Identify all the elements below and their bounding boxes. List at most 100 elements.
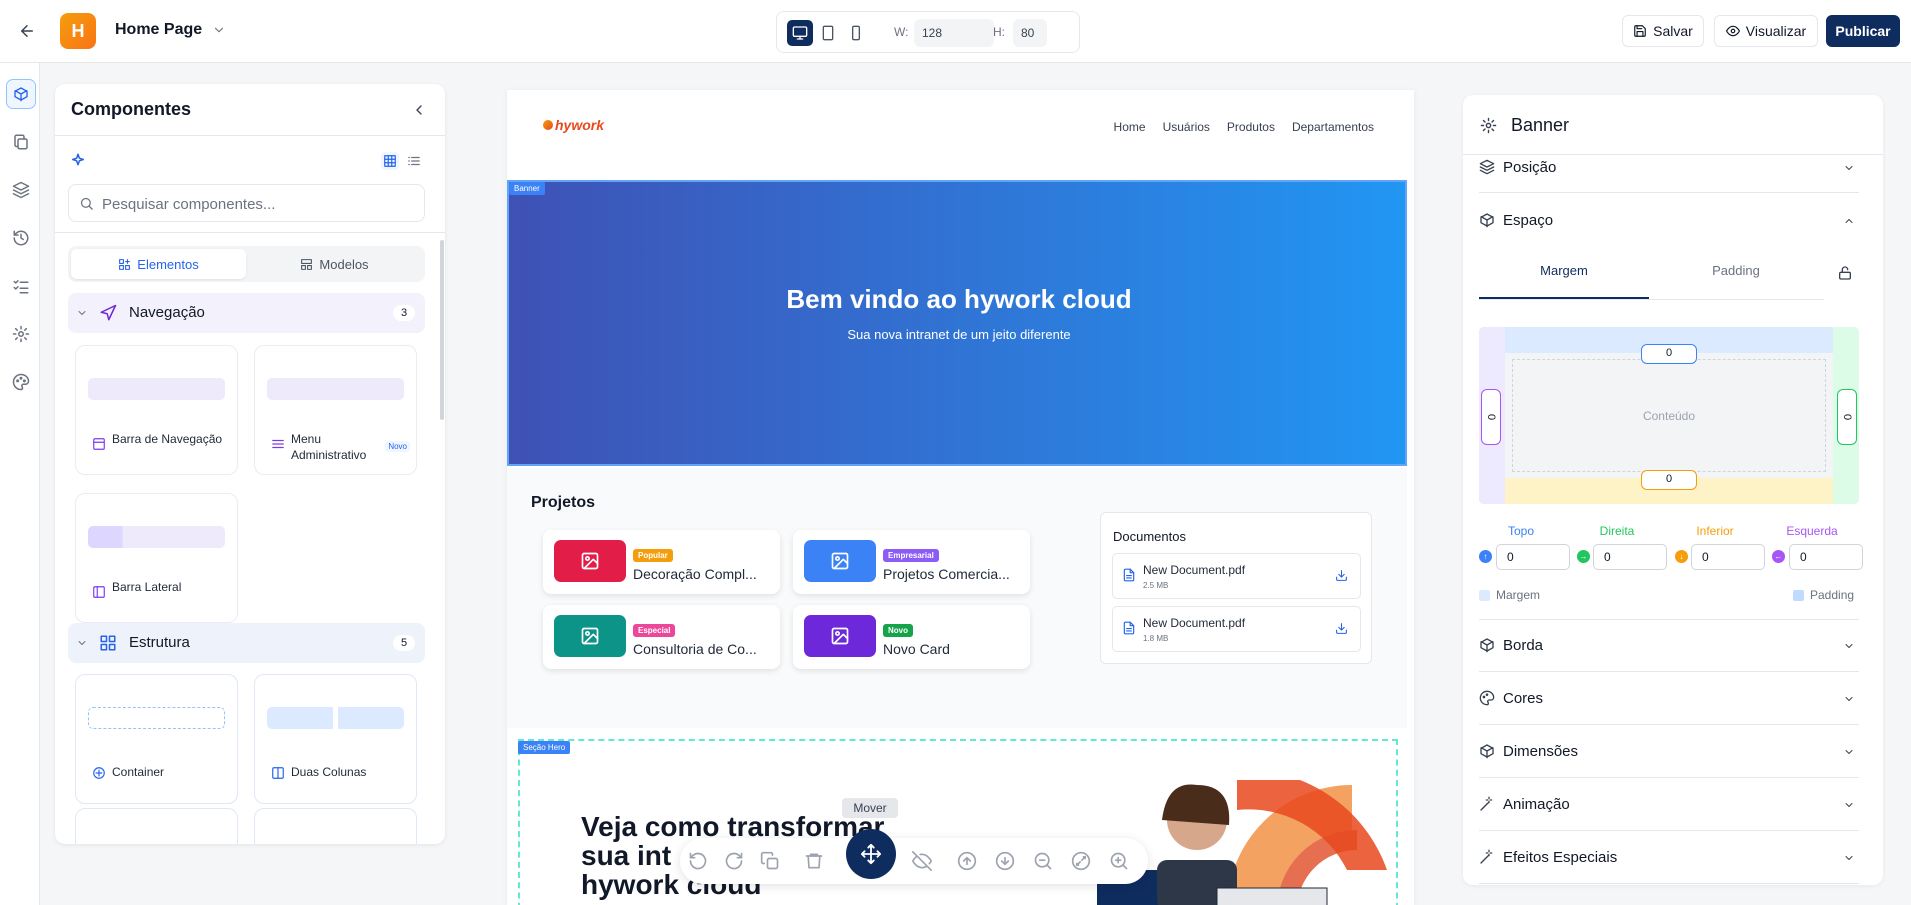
properties-title: Banner — [1511, 115, 1570, 135]
sparkle-icon[interactable] — [69, 152, 87, 170]
component-card-two-columns[interactable]: Duas Colunas — [254, 674, 417, 804]
nav-departments[interactable]: Departamentos — [1292, 120, 1374, 134]
menu-icon — [271, 437, 285, 451]
back-arrow-icon[interactable] — [18, 22, 36, 40]
section-borda[interactable]: Borda — [1479, 620, 1859, 672]
project-card[interactable]: Novo Novo Card — [793, 605, 1030, 669]
zoom-out-icon[interactable] — [1033, 851, 1053, 871]
nav-products[interactable]: Produtos — [1227, 120, 1275, 134]
page-selector[interactable]: Home Page — [115, 21, 226, 39]
section-posicao[interactable]: Posição — [1479, 149, 1859, 193]
category-estrutura[interactable]: Estrutura 5 — [68, 623, 425, 663]
zoom-in-icon[interactable] — [1109, 851, 1129, 871]
eye-off-icon[interactable] — [912, 851, 932, 871]
panel-scrollbar[interactable] — [440, 240, 444, 420]
banner-section[interactable]: Banner Bem vindo ao hywork cloud Sua nov… — [507, 180, 1407, 466]
hero-illustration — [1097, 780, 1387, 905]
component-card-partial[interactable] — [75, 808, 238, 844]
save-button[interactable]: Salvar — [1622, 15, 1704, 47]
project-card[interactable]: Especial Consultoria de Co... — [543, 605, 780, 669]
component-card-container[interactable]: Container — [75, 674, 238, 804]
redo-icon[interactable] — [724, 851, 744, 871]
expand-icon[interactable] — [1071, 851, 1091, 871]
lock-icon[interactable] — [1837, 265, 1853, 281]
copy-icon[interactable] — [760, 851, 780, 871]
gear-icon[interactable] — [6, 319, 36, 349]
component-card-partial[interactable] — [254, 808, 417, 844]
direita-input[interactable]: 0 — [1593, 544, 1667, 570]
component-card-sidebar[interactable]: Barra Lateral — [75, 493, 238, 623]
legend-swatch — [1479, 589, 1490, 601]
tab-margin[interactable]: Margem — [1479, 259, 1649, 299]
list-view-icon[interactable] — [405, 152, 423, 170]
checklist-icon[interactable] — [6, 271, 36, 301]
palette-icon[interactable] — [6, 367, 36, 397]
collapse-chevron-icon[interactable] — [411, 102, 427, 118]
arrow-down-icon[interactable] — [995, 851, 1015, 871]
properties-header: Banner — [1463, 95, 1883, 155]
download-icon[interactable] — [1335, 622, 1348, 635]
search-input[interactable] — [102, 193, 412, 215]
pages-icon[interactable] — [6, 127, 36, 157]
component-card-admin-menu[interactable]: Menu Administrativo Novo — [254, 345, 417, 475]
chevron-down-icon — [1843, 640, 1855, 652]
trash-icon[interactable] — [804, 851, 824, 871]
arrow-down-icon: ↓ — [1675, 550, 1688, 563]
project-name: Novo Card — [883, 641, 950, 657]
section-dimensoes[interactable]: Dimensões — [1479, 726, 1859, 778]
download-icon[interactable] — [1335, 569, 1348, 582]
mobile-icon[interactable] — [843, 20, 869, 46]
category-navegacao[interactable]: Navegação 3 — [68, 293, 425, 333]
legend-margin-label: Margem — [1496, 588, 1541, 602]
arrow-up-icon[interactable] — [957, 851, 977, 871]
wand-icon — [1479, 796, 1495, 812]
logo-mark — [543, 120, 553, 130]
grid-view-icon[interactable] — [381, 152, 399, 170]
document-item[interactable]: New Document.pdf 2.5 MB — [1112, 553, 1361, 599]
section-cores[interactable]: Cores — [1479, 673, 1859, 725]
publish-button[interactable]: Publicar — [1826, 15, 1900, 47]
section-espaco[interactable]: Espaço — [1479, 195, 1859, 247]
project-card[interactable]: Empresarial Projetos Comercia... — [793, 530, 1030, 594]
topo-input[interactable]: 0 — [1496, 544, 1570, 570]
component-card-navbar[interactable]: Barra de Navegação — [75, 345, 238, 475]
image-icon — [830, 551, 850, 571]
section-animacao[interactable]: Animação — [1479, 779, 1859, 831]
layers-icon[interactable] — [6, 175, 36, 205]
category-label: Navegação — [129, 304, 205, 321]
project-card[interactable]: Popular Decoração Compl... — [543, 530, 780, 594]
card-label: Barra de Navegação — [112, 432, 223, 446]
esquerda-input[interactable]: 0 — [1789, 544, 1863, 570]
tablet-icon[interactable] — [815, 20, 841, 46]
box-top-value[interactable]: 0 — [1641, 344, 1697, 364]
desktop-icon[interactable] — [787, 20, 813, 46]
undo-icon[interactable] — [688, 851, 708, 871]
project-thumbnail — [804, 615, 876, 657]
section-label: Animação — [1503, 796, 1570, 813]
cube-icon[interactable] — [6, 79, 36, 109]
preview-button[interactable]: Visualizar — [1714, 15, 1818, 47]
box-bottom-value[interactable]: 0 — [1641, 470, 1697, 490]
card-label: Menu Administrativo — [291, 432, 367, 462]
document-item[interactable]: New Document.pdf 1.8 MB — [1112, 606, 1361, 652]
tab-models[interactable]: Modelos — [247, 249, 422, 279]
nav-home[interactable]: Home — [1114, 120, 1146, 134]
tab-padding[interactable]: Padding — [1651, 259, 1821, 299]
section-efeitos-especiais[interactable]: Efeitos Especiais — [1479, 832, 1859, 884]
left-rail — [0, 63, 40, 905]
width-input[interactable]: 128 — [914, 19, 994, 47]
documents-title: Documentos — [1113, 529, 1186, 544]
inferior-input[interactable]: 0 — [1691, 544, 1765, 570]
history-icon[interactable] — [6, 223, 36, 253]
save-label: Salvar — [1653, 23, 1693, 39]
move-icon[interactable] — [846, 829, 896, 879]
component-search — [68, 184, 425, 222]
section-label: Cores — [1503, 690, 1544, 707]
preview-placeholder — [267, 707, 404, 729]
nav-users[interactable]: Usuários — [1163, 120, 1210, 134]
box-right-value[interactable]: 0 — [1837, 389, 1857, 445]
tab-elements[interactable]: Elementos — [71, 249, 246, 279]
box-left-value[interactable]: 0 — [1481, 389, 1501, 445]
height-input[interactable]: 80 — [1013, 19, 1047, 47]
image-icon — [580, 551, 600, 571]
